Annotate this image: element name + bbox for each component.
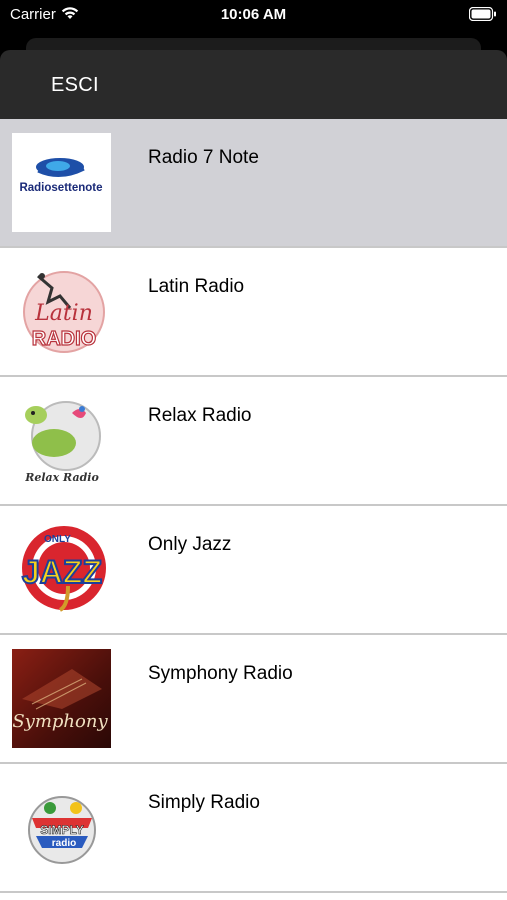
only-jazz-logo-icon: ONLY JAZZ [12,520,111,619]
station-row-simply-radio[interactable]: SIMPLY radio Simply Radio [0,764,507,893]
station-name: Symphony Radio [148,663,293,684]
station-row-relax-radio[interactable]: Relax Radio Relax Radio [0,377,507,506]
status-bar: Carrier 10:06 AM [0,0,507,30]
battery-icon [469,7,497,21]
symphony-radio-logo-icon: Symphony [12,649,111,748]
station-name: Latin Radio [148,276,245,297]
station-name: Simply Radio [148,792,260,813]
svg-text:Latin: Latin [34,301,93,326]
station-row-only-jazz[interactable]: ONLY JAZZ Only Jazz [0,506,507,635]
station-row-latin-radio[interactable]: Latin RADIO Latin Radio [0,248,507,377]
svg-text:JAZZ: JAZZ [22,554,102,590]
station-name: Radio 7 Note [148,147,259,168]
radio-7-note-logo-text: Radiosettenote [19,182,102,194]
svg-text:SIMPLY: SIMPLY [40,823,84,837]
status-time: 10:06 AM [220,6,287,23]
station-row-radio-7-note[interactable]: Radiosettenote Radio 7 Note [0,119,507,248]
svg-text:Symphony: Symphony [12,711,108,732]
modal-header: ESCI [0,30,507,119]
svg-text:radio: radio [52,838,76,849]
svg-text:ONLY: ONLY [44,534,71,545]
svg-text:Relax Radio: Relax Radio [24,471,99,484]
svg-text:RADIO: RADIO [32,328,96,350]
simply-radio-logo-icon: SIMPLY radio [12,778,111,877]
relax-radio-logo-icon: Relax Radio [12,391,111,490]
close-button[interactable]: ESCI [51,74,99,97]
station-name: Relax Radio [148,405,252,426]
radio-7-note-logo-icon: Radiosettenote [12,133,111,232]
station-list: Radiosettenote Radio 7 Note Latin RADIO … [0,119,507,893]
station-name: Only Jazz [148,534,232,555]
latin-radio-logo-icon: Latin RADIO [12,262,111,361]
station-row-symphony-radio[interactable]: Symphony Symphony Radio [0,635,507,764]
